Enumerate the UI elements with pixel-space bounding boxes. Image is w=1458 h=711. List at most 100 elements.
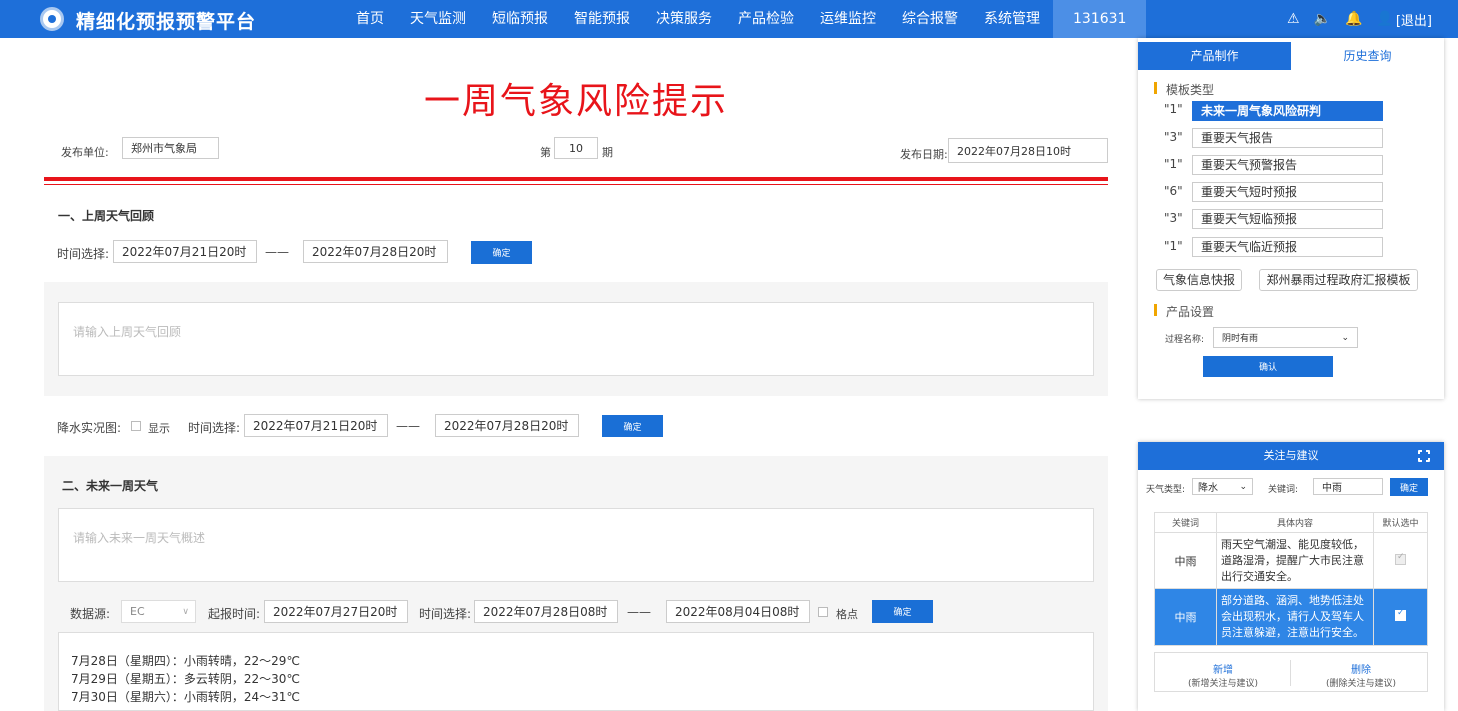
top-right-tools: ⚠ 🔈 🔔 👤 [退出] xyxy=(1273,0,1432,38)
product-panel: 产品制作 历史查询 模板类型 "1" 未来一周气象风险研判 "3" 重要天气报告… xyxy=(1138,38,1444,399)
logout-link[interactable]: [退出] xyxy=(1396,10,1432,29)
header-divider-thin xyxy=(44,184,1108,185)
table-row[interactable]: 中雨 雨天空气潮湿、能见度较低，道路湿滑，提醒广大市民注意出行交通安全。 xyxy=(1154,532,1428,589)
nav-decision-service[interactable]: 决策服务 xyxy=(643,0,725,38)
nav-system[interactable]: 系统管理 xyxy=(971,0,1053,38)
template-item-weekly-risk[interactable]: 未来一周气象风险研判 xyxy=(1192,101,1383,121)
table-row-selected[interactable]: 中雨 部分道路、涵洞、地势低洼处会出现积水，请行人及驾车人员注意躲避，注意出行安… xyxy=(1154,588,1428,646)
source-select[interactable]: EC ∨ xyxy=(121,600,196,623)
add-advice-button[interactable]: 新增 (新增关注与建议) xyxy=(1178,661,1268,697)
rain-confirm-button[interactable]: 确定 xyxy=(602,415,663,437)
document-editor: 一周气象风险提示 发布单位: 郑州市气象局 第 10 期 发布日期: 2022年… xyxy=(44,38,1108,711)
add-advice-sub: (新增关注与建议) xyxy=(1187,679,1259,689)
advice-panel-title: 关注与建议 xyxy=(1263,449,1319,462)
row-default-cell xyxy=(1373,532,1428,589)
advice-confirm-button[interactable]: 确定 xyxy=(1390,478,1428,496)
weather-type-label: 天气类型: xyxy=(1146,485,1186,495)
keyword-input[interactable]: 中雨 xyxy=(1313,478,1383,495)
logo-icon xyxy=(40,7,64,31)
top-bar: 精细化预报预警平台 首页 天气监测 短临预报 智能预报 决策服务 产品检验 运维… xyxy=(0,0,1458,38)
publisher-field[interactable]: 郑州市气象局 xyxy=(122,137,219,159)
rain-start-time[interactable]: 2022年07月21日20时 xyxy=(244,414,388,437)
main-nav: 首页 天气监测 短临预报 智能预报 决策服务 产品检验 运维监控 综合报警 系统… xyxy=(343,0,1147,38)
forecast-line: 7月29日（星期五）：多云转阴，22～30℃ xyxy=(71,672,300,686)
speaker-icon[interactable]: 🔈 xyxy=(1314,11,1331,27)
row-keyword: 中雨 xyxy=(1154,532,1217,589)
section2-confirm-button[interactable]: 确定 xyxy=(872,600,933,623)
row-content-cell: 部分道路、涵洞、地势低洼处会出现积水，请行人及驾车人员注意躲避，注意出行安全。 xyxy=(1216,588,1374,646)
weather-type-value: 降水 xyxy=(1198,483,1218,494)
issue-time-field[interactable]: 2022年07月27日20时 xyxy=(264,600,408,623)
advice-panel: 关注与建议 天气类型: 降水 ⌄ 关键词: 中雨 确定 关键词 具体内容 默认选… xyxy=(1138,442,1444,711)
nav-home[interactable]: 首页 xyxy=(343,0,397,38)
weather-type-select[interactable]: 降水 ⌄ xyxy=(1192,478,1253,495)
nav-ops-monitor[interactable]: 运维监控 xyxy=(807,0,889,38)
section2-start-time[interactable]: 2022年07月28日08时 xyxy=(474,600,618,623)
row-keyword: 中雨 xyxy=(1154,588,1217,646)
section2-time-label: 时间选择: xyxy=(419,607,472,621)
gov-report-template-button[interactable]: 郑州暴雨过程政府汇报模板 xyxy=(1259,269,1418,291)
template-item-imminent[interactable]: 重要天气临近预报 xyxy=(1192,237,1383,257)
source-label: 数据源: xyxy=(70,607,111,621)
nav-product-verify[interactable]: 产品检验 xyxy=(725,0,807,38)
section1-start-time[interactable]: 2022年07月21日20时 xyxy=(113,240,257,263)
bell-icon[interactable]: 🔔 xyxy=(1345,11,1362,27)
nav-weather-monitor[interactable]: 天气监测 xyxy=(397,0,479,38)
user-icon[interactable]: 👤 xyxy=(1376,11,1393,27)
template-item-nowcast[interactable]: 重要天气短临预报 xyxy=(1192,209,1383,229)
template-item-warning-report[interactable]: 重要天气预警报告 xyxy=(1192,155,1383,175)
fullscreen-icon[interactable] xyxy=(1417,449,1431,463)
delete-advice-button[interactable]: 删除 (删除关注与建议) xyxy=(1316,661,1406,697)
template-count: "1" xyxy=(1164,102,1183,116)
tab-history-query[interactable]: 历史查询 xyxy=(1291,42,1444,70)
default-checkbox[interactable] xyxy=(1395,608,1406,621)
process-name-label: 过程名称: xyxy=(1165,335,1205,345)
tab-product-make[interactable]: 产品制作 xyxy=(1138,42,1291,70)
delete-advice-label: 删除 xyxy=(1351,665,1371,676)
forecast-line: 7月30日（星期六）：小雨转阴，24～31℃ xyxy=(71,690,300,704)
panel-tabs: 产品制作 历史查询 xyxy=(1138,42,1444,70)
section2-textarea[interactable]: 请输入未来一周天气概述 xyxy=(58,508,1094,582)
add-advice-label: 新增 xyxy=(1213,665,1233,676)
column-header: 具体内容 xyxy=(1216,512,1374,533)
publish-date-label: 发布日期: xyxy=(900,148,948,161)
template-count: "6" xyxy=(1164,184,1183,198)
header-divider-thick xyxy=(44,177,1108,181)
page-title: 一周气象风险提示 xyxy=(423,81,728,122)
row-content: 部分道路、涵洞、地势低洼处会出现积水，请行人及驾车人员注意躲避，注意出行安全。 xyxy=(1221,593,1364,639)
row-default-cell xyxy=(1373,588,1428,646)
template-count: "1" xyxy=(1164,157,1183,171)
default-checkbox[interactable] xyxy=(1395,552,1406,565)
delete-advice-sub: (删除关注与建议) xyxy=(1325,679,1397,689)
app-title: 精细化预报预警平台 xyxy=(76,11,257,33)
chevron-down-icon: ∨ xyxy=(182,606,189,617)
section1-end-time[interactable]: 2022年07月28日20时 xyxy=(303,240,448,263)
section1-time-label: 时间选择: xyxy=(57,247,110,261)
section1-dash: —— xyxy=(265,245,289,259)
product-settings-heading: 产品设置 xyxy=(1154,303,1214,320)
issue-time-label: 起报时间: xyxy=(208,607,261,621)
issue-number-field[interactable]: 10 xyxy=(554,137,598,159)
keyword-label: 关键词: xyxy=(1268,485,1299,495)
template-item-important-report[interactable]: 重要天气报告 xyxy=(1192,128,1383,148)
rain-end-time[interactable]: 2022年07月28日20时 xyxy=(435,414,579,437)
section2-end-time[interactable]: 2022年08月04日08时 xyxy=(666,600,810,623)
nav-alarm[interactable]: 综合报警 xyxy=(889,0,971,38)
product-confirm-button[interactable]: 确认 xyxy=(1203,356,1333,377)
issue-prefix: 第 xyxy=(540,146,551,159)
process-name-value: 阴时有雨 xyxy=(1222,334,1259,344)
section1-confirm-button[interactable]: 确定 xyxy=(471,241,532,264)
process-name-select[interactable]: 阴时有雨 ⌄ xyxy=(1213,327,1358,348)
flash-report-button[interactable]: 气象信息快报 xyxy=(1156,269,1242,291)
template-item-short-forecast[interactable]: 重要天气短时预报 xyxy=(1192,182,1383,202)
section1-textarea[interactable]: 请输入上周天气回顾 xyxy=(58,302,1094,376)
issue-suffix: 期 xyxy=(602,146,613,159)
nav-user-id[interactable]: 131631 xyxy=(1053,0,1147,38)
chevron-down-icon: ⌄ xyxy=(1341,332,1349,343)
publish-date-field[interactable]: 2022年07月28日10时 xyxy=(948,138,1108,163)
nav-smart-forecast[interactable]: 智能预报 xyxy=(561,0,643,38)
warning-icon[interactable]: ⚠ xyxy=(1287,11,1300,27)
grid-checkbox[interactable] xyxy=(818,607,828,617)
rain-show-checkbox[interactable] xyxy=(131,421,141,431)
nav-nowcast[interactable]: 短临预报 xyxy=(479,0,561,38)
